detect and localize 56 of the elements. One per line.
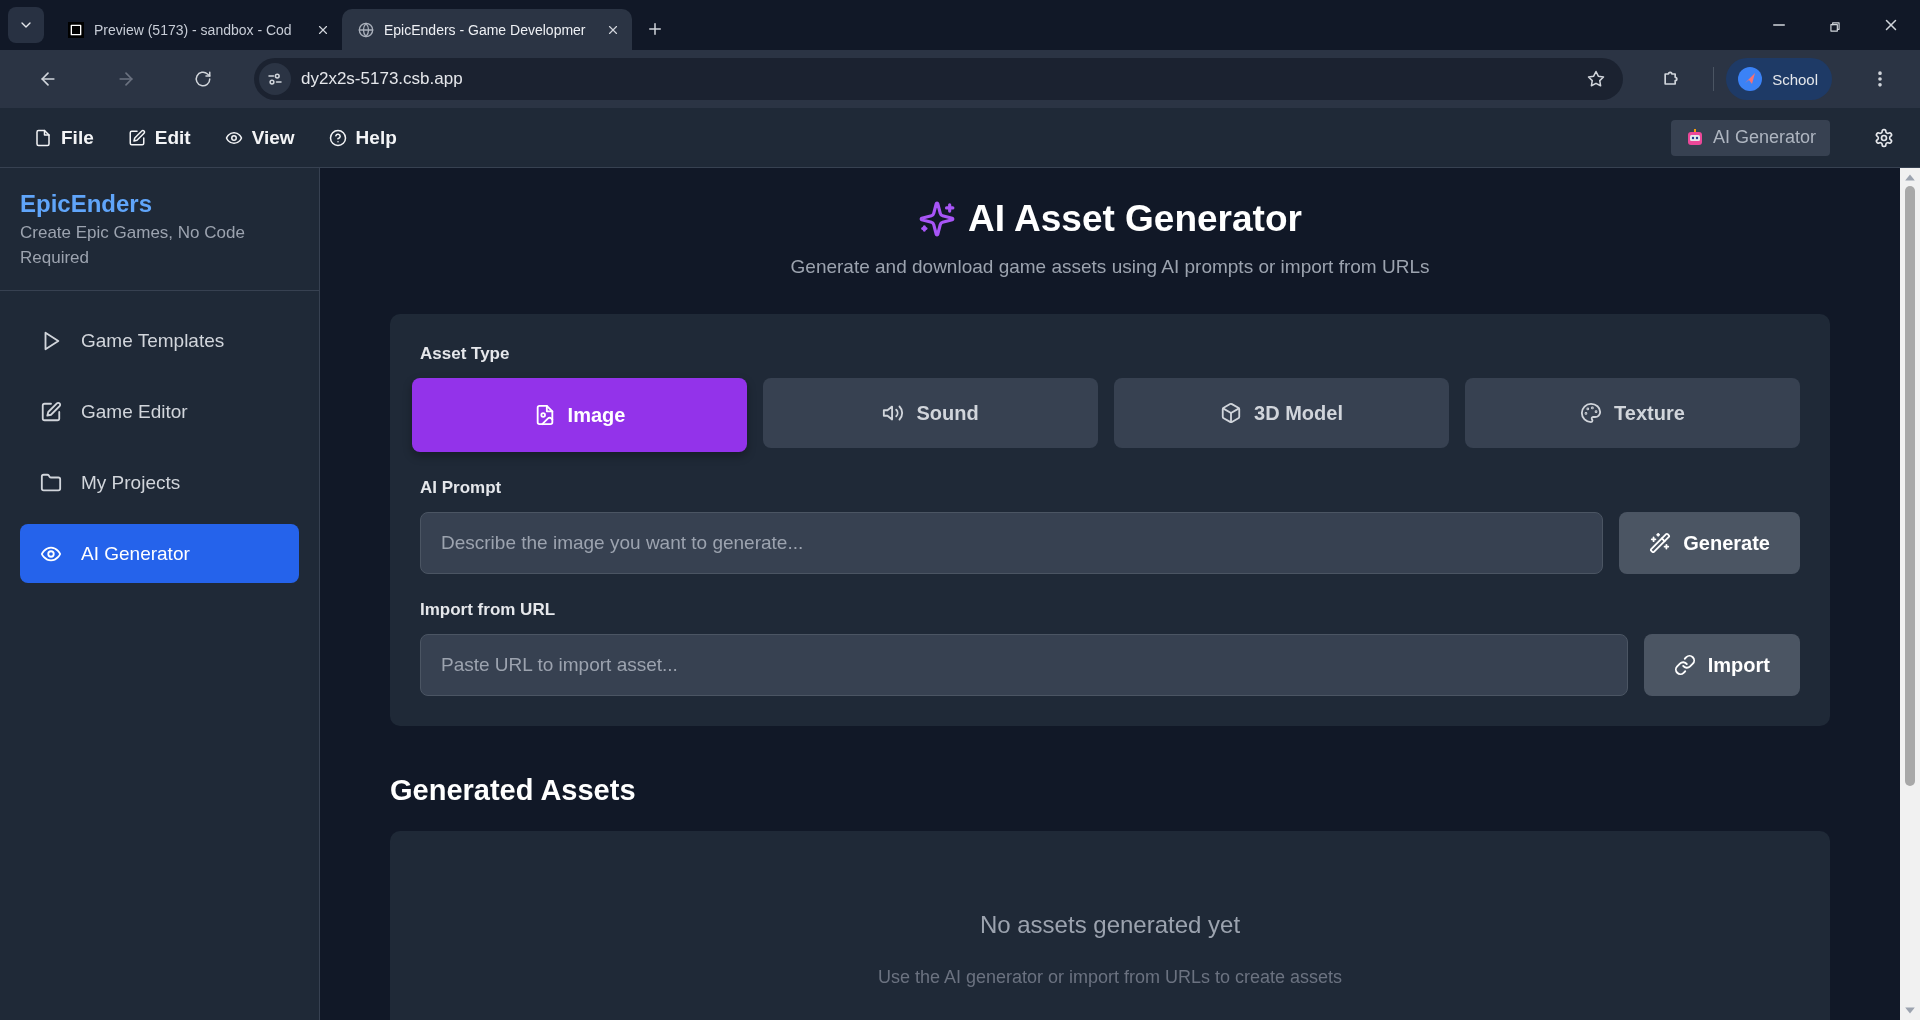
sidebar-item[interactable]: My Projects (20, 453, 299, 512)
url-text: dy2x2s-5173.csb.app (301, 69, 463, 89)
settings-icon[interactable] (1874, 127, 1894, 148)
link-icon (1673, 654, 1696, 676)
import-button[interactable]: Import (1643, 634, 1800, 696)
field-label: Import from URL (420, 600, 557, 620)
help-icon (328, 128, 347, 147)
palette-icon (1580, 402, 1603, 424)
menu-item[interactable]: File (34, 126, 94, 149)
menu-item[interactable]: Help (328, 126, 397, 149)
edit-icon (127, 128, 146, 147)
menu-item[interactable]: View (224, 126, 295, 149)
bookmark-star-icon[interactable] (1587, 70, 1606, 88)
site-settings-button[interactable] (259, 63, 291, 95)
asset-type-tab[interactable]: Sound (763, 378, 1098, 448)
restore-icon[interactable] (1828, 20, 1842, 34)
magic-wand-icon (1649, 532, 1672, 554)
sidebar-item[interactable]: Game Editor (20, 382, 299, 441)
asset-type-tab[interactable]: Texture (1465, 378, 1800, 448)
address-bar[interactable]: dy2x2s-5173.csb.app (254, 58, 1624, 100)
sidebar-item[interactable]: AI Generator (20, 524, 299, 583)
brand-name: EpicEnders (20, 190, 154, 218)
browser-tab[interactable]: EpicEnders - Game Developmer (342, 9, 632, 50)
tagline: Create Epic Games, No Code Required (20, 222, 246, 269)
tab-title: EpicEnders - Game Developmer (384, 21, 587, 38)
page-title: AI Asset Generator (968, 198, 1302, 240)
asset-type-tab[interactable]: 3D Model (1114, 378, 1449, 448)
sidebar-item[interactable]: Game Templates (20, 311, 299, 370)
file-icon (34, 128, 52, 147)
scrollbar[interactable] (1900, 168, 1920, 1020)
asset-type-tab[interactable]: Image (412, 378, 747, 452)
url-field[interactable]: Paste URL to import asset... (420, 634, 1628, 696)
edit-icon (40, 400, 62, 423)
empty-state-title: No assets generated yet (978, 911, 1242, 939)
prompt-field[interactable]: Describe the image you want to generate... (420, 512, 1604, 574)
field-label: Asset Type (420, 344, 511, 364)
empty-state-hint: Use the AI generator or import from URLs to create assets (876, 967, 1344, 988)
tab-list-button[interactable] (8, 7, 44, 43)
section-heading: Generated Assets (390, 774, 637, 807)
ai-generator-button[interactable]: AI Generator (1670, 119, 1830, 156)
globe-icon (358, 21, 374, 38)
menu-item[interactable]: Edit (127, 126, 191, 149)
generate-button[interactable]: Generate (1619, 512, 1800, 574)
cube-icon (1220, 402, 1243, 424)
sliders-icon (266, 70, 284, 88)
browser-tab[interactable]: Preview (5173) - sandbox - Cod (52, 9, 342, 50)
tab-title: Preview (5173) - sandbox - Cod (94, 21, 293, 38)
avatar-icon (1738, 67, 1763, 91)
sparkles-icon (918, 200, 957, 238)
square-icon (68, 21, 84, 38)
new-tab-icon[interactable] (646, 20, 664, 38)
profile-button[interactable]: School (1726, 58, 1832, 100)
scrollbar-thumb[interactable] (1905, 186, 1915, 786)
page-subtitle: Generate and download game assets using AI prompts or import from URLs (789, 256, 1431, 278)
folder-icon (40, 471, 62, 494)
field-label: AI Prompt (420, 478, 503, 498)
